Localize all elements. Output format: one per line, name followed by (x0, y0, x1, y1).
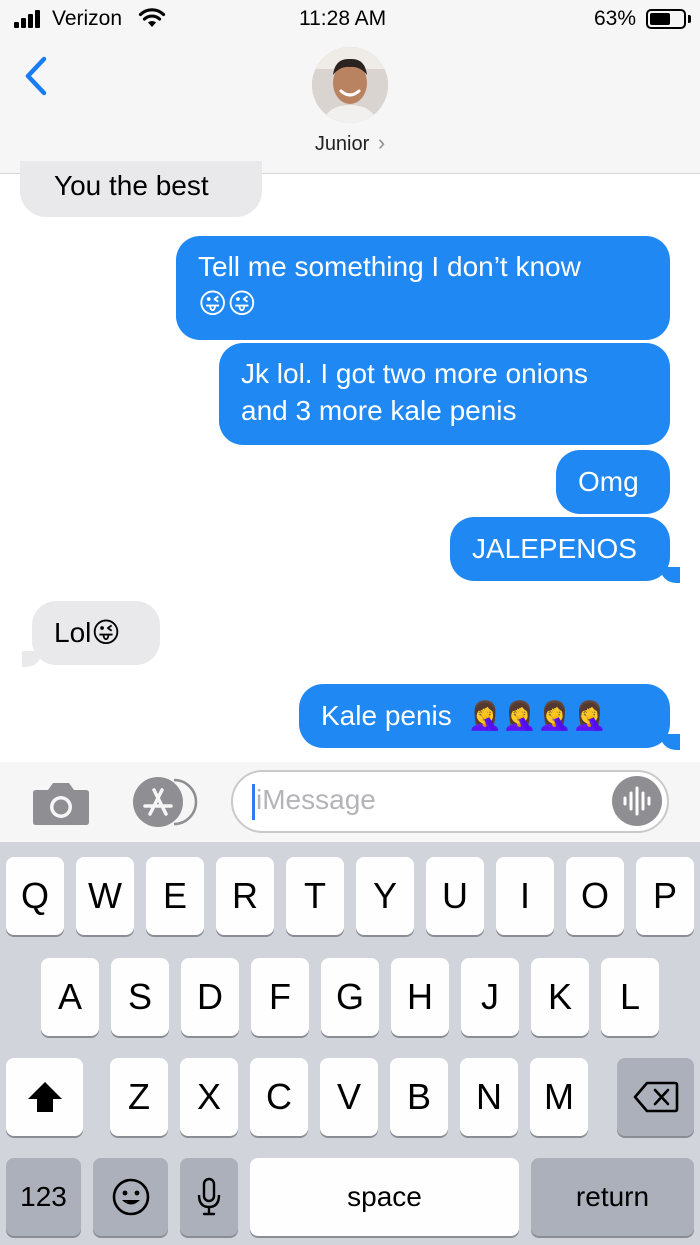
key-c[interactable]: C (250, 1058, 308, 1136)
key-s[interactable]: S (111, 958, 169, 1036)
key-z[interactable]: Z (110, 1058, 168, 1136)
dictation-key[interactable] (180, 1158, 238, 1236)
microphone-icon (197, 1177, 221, 1216)
message-text: Jk lol. I got two more onions (241, 358, 589, 389)
backspace-key[interactable] (617, 1058, 694, 1136)
key-u[interactable]: U (426, 857, 484, 935)
key-q[interactable]: Q (6, 857, 64, 935)
camera-icon[interactable] (32, 780, 90, 826)
key-i[interactable]: I (496, 857, 554, 935)
battery-percent: 63% (594, 7, 637, 30)
battery-tip (688, 15, 691, 23)
message-placeholder: iMessage (256, 784, 376, 815)
contact-name: Junior (314, 133, 370, 155)
key-w[interactable]: W (76, 857, 134, 935)
bubble-tail (660, 734, 680, 750)
key-e[interactable]: E (146, 857, 204, 935)
key-f[interactable]: F (251, 958, 309, 1036)
message-emoji: 😜 (91, 616, 121, 649)
message-text-line2: and 3 more kale penis (241, 395, 517, 426)
key-x[interactable]: X (180, 1058, 238, 1136)
text-caret (252, 784, 255, 820)
message-sent[interactable]: Jk lol. I got two more onions and 3 more… (219, 343, 670, 445)
key-o[interactable]: O (566, 857, 624, 935)
return-key[interactable]: return (531, 1158, 694, 1236)
message-text: Kale penis (321, 700, 452, 731)
key-k[interactable]: K (531, 958, 589, 1036)
message-emoji: 🤦‍♀️🤦‍♀️🤦‍♀️🤦‍♀️ (467, 699, 607, 732)
bubble-tail (22, 651, 42, 667)
message-sent[interactable]: JALEPENOS (450, 517, 670, 581)
chevron-right-icon: › (377, 130, 386, 155)
key-m[interactable]: M (530, 1058, 588, 1136)
contact-avatar[interactable] (312, 47, 388, 123)
key-y[interactable]: Y (356, 857, 414, 935)
wifi-icon (138, 8, 166, 27)
message-text: Tell me something I don’t know (198, 251, 581, 282)
audio-wave-icon (623, 786, 651, 816)
space-key[interactable]: space (250, 1158, 519, 1236)
key-p[interactable]: P (636, 857, 694, 935)
app-store-icon[interactable] (130, 776, 198, 828)
message-text: Lol (54, 617, 92, 648)
carrier-name: Verizon (52, 7, 123, 30)
message-sent[interactable]: Kale penis 🤦‍♀️🤦‍♀️🤦‍♀️🤦‍♀️ (299, 684, 670, 748)
signal-icon (14, 10, 46, 28)
battery-icon (646, 9, 686, 29)
key-d[interactable]: D (181, 958, 239, 1036)
message-received[interactable]: You the best (20, 161, 262, 217)
audio-message-button[interactable] (612, 776, 662, 826)
emoji-key[interactable] (93, 1158, 168, 1236)
message-received[interactable]: Lol😜 (32, 601, 160, 665)
key-h[interactable]: H (391, 958, 449, 1036)
message-sent[interactable]: Omg (556, 450, 670, 514)
message-text: Omg (578, 466, 639, 497)
key-a[interactable]: A (41, 958, 99, 1036)
back-chevron-icon[interactable] (22, 55, 50, 97)
status-time: 11:28 AM (299, 7, 387, 30)
shift-key[interactable] (6, 1058, 83, 1136)
message-text: You the best (54, 170, 209, 201)
bubble-tail (660, 567, 680, 583)
key-l[interactable]: L (601, 958, 659, 1036)
key-v[interactable]: V (320, 1058, 378, 1136)
contact-name-row[interactable]: Junior › (0, 130, 700, 156)
numbers-key[interactable]: 123 (6, 1158, 81, 1236)
emoji-icon (112, 1178, 149, 1216)
message-emoji: 😜😜 (198, 287, 257, 320)
key-t[interactable]: T (286, 857, 344, 935)
key-j[interactable]: J (461, 958, 519, 1036)
message-sent[interactable]: Tell me something I don’t know 😜😜 (176, 236, 670, 340)
key-r[interactable]: R (216, 857, 274, 935)
key-g[interactable]: G (321, 958, 379, 1036)
key-b[interactable]: B (390, 1058, 448, 1136)
shift-icon (27, 1082, 62, 1112)
message-text: JALEPENOS (472, 533, 637, 564)
backspace-icon (633, 1081, 678, 1113)
key-n[interactable]: N (460, 1058, 518, 1136)
